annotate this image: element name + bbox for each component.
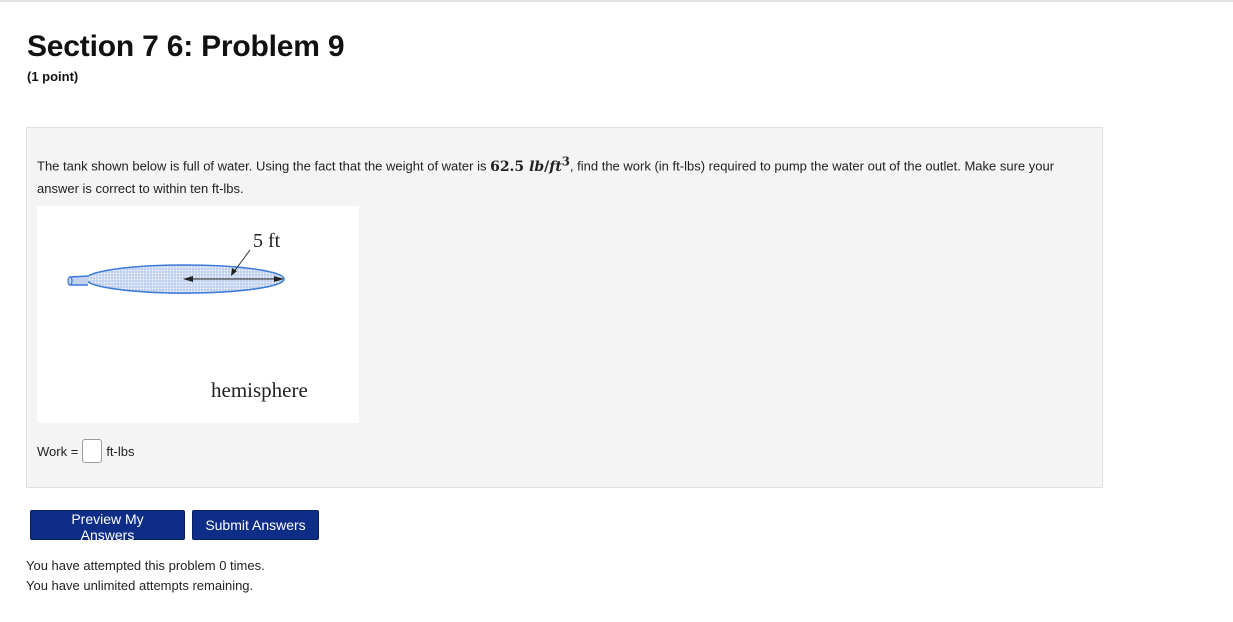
preview-answers-button[interactable]: Preview My Answers (30, 510, 185, 543)
unit-lb: lb (529, 158, 545, 175)
attempts-count-text: You have attempted this problem 0 times. (26, 558, 265, 573)
weight-value: 62.5 (490, 158, 525, 175)
points-label: (1 point) (27, 69, 79, 84)
attempts-remaining-text: You have unlimited attempts remaining. (26, 578, 254, 593)
unit-exponent: 3 (561, 154, 570, 168)
problem-panel: The tank shown below is full of water. U… (26, 127, 1103, 488)
hemisphere-diagram: 5 ft hemisphere (67, 230, 308, 402)
attempts-info: You have attempted this problem 0 times.… (26, 556, 265, 596)
submit-answers-button[interactable]: Submit Answers (192, 510, 319, 540)
work-label: Work = (37, 443, 79, 459)
problem-statement: The tank shown below is full of water. U… (37, 150, 1099, 200)
answer-row: Work = ft-lbs (37, 437, 134, 465)
unit-ft: ft (549, 158, 562, 175)
statement-text-start: The tank shown below is full of water. U… (37, 158, 491, 174)
hemisphere-label: hemisphere (211, 378, 308, 402)
outlet-pipe (69, 275, 89, 286)
page-title: Section 7 6: Problem 9 (27, 30, 345, 63)
radius-label: 5 ft (253, 230, 281, 252)
outlet-opening (67, 276, 73, 286)
hemisphere-figure: 5 ft hemisphere (37, 206, 359, 423)
top-divider (0, 0, 1233, 2)
work-unit-label: ft-lbs (106, 443, 135, 459)
work-answer-input[interactable] (82, 439, 103, 463)
weight-formula: 62.5 lb/ft3 (490, 154, 570, 175)
